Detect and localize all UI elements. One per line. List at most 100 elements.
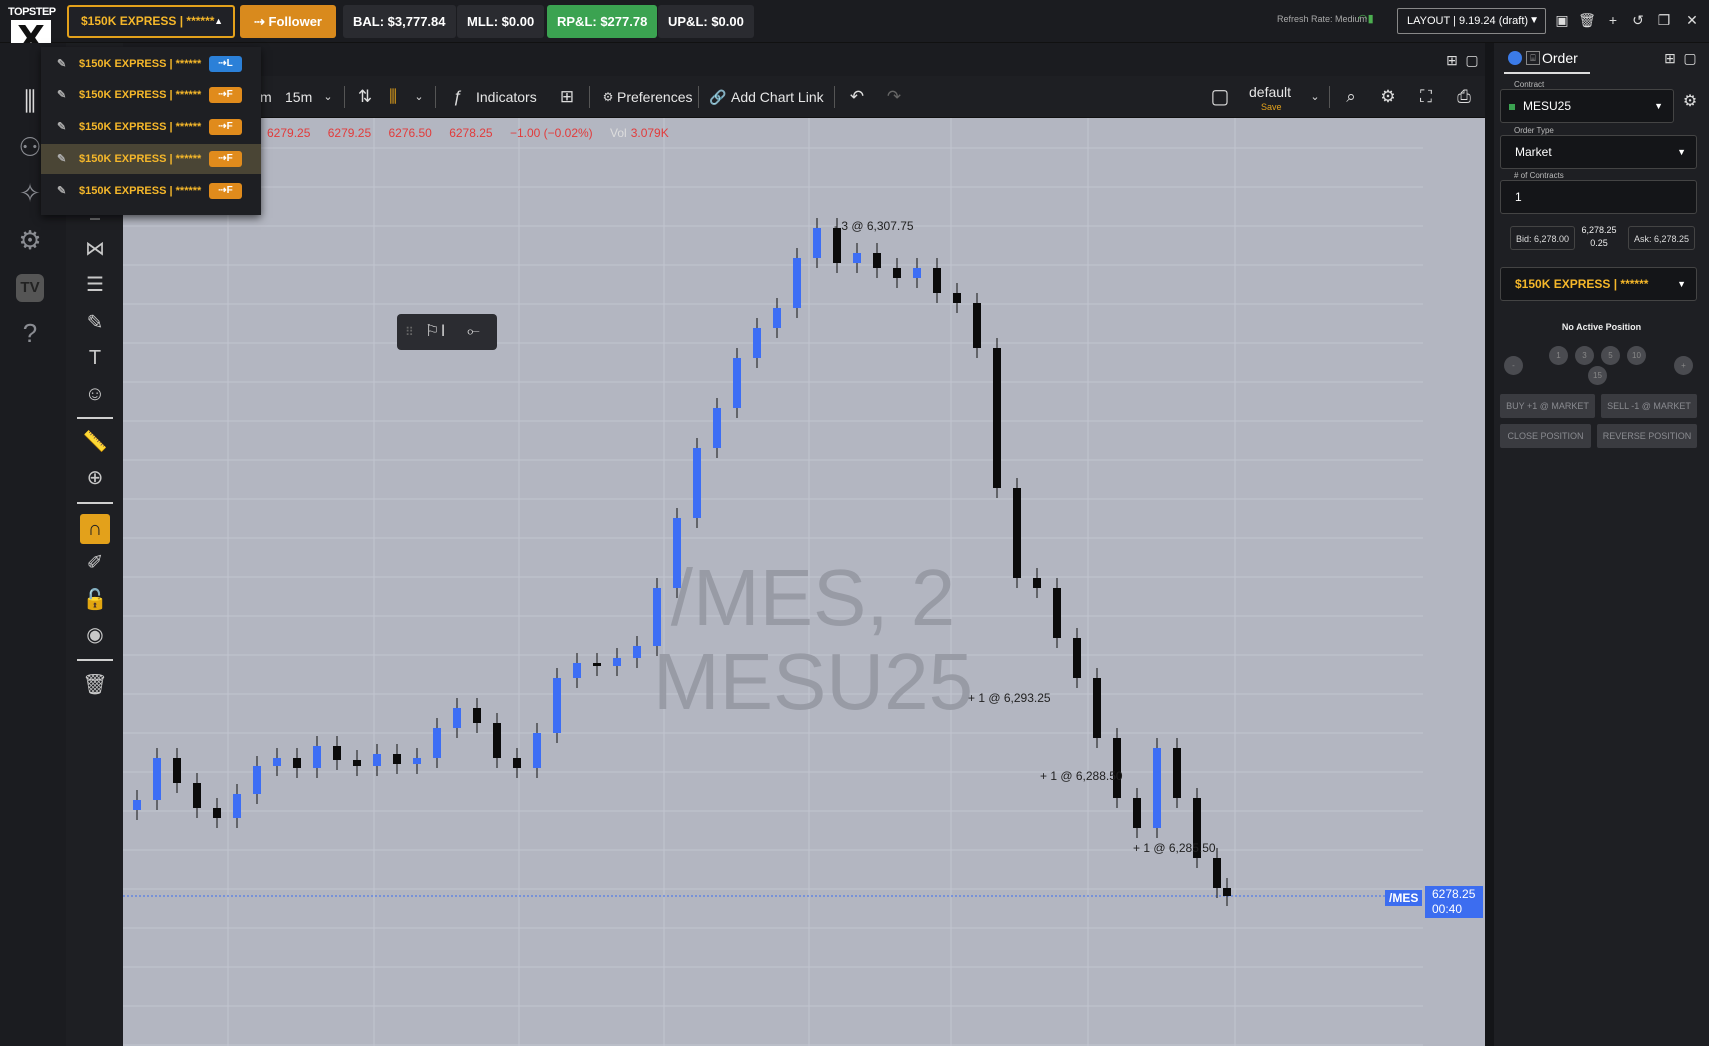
ask-quote[interactable]: Ask: 6,278.25 [1628,226,1696,250]
delete-drawings-icon[interactable]: 🗑 [80,670,110,700]
caret-up-icon: ▲ [214,16,223,26]
qty-10-button[interactable]: 10 [1627,346,1646,365]
close-position-button[interactable]: CLOSE POSITION [1500,424,1591,448]
pin-tool-icon[interactable]: ǀ [441,314,445,350]
edit-icon[interactable]: ✎ [57,112,66,142]
toolbar-divider [77,502,113,504]
brush-tool-icon[interactable]: ✎ [80,308,110,338]
qty-1-button[interactable]: 1 [1549,346,1568,365]
plus-icon[interactable]: + [1604,11,1622,29]
increase-qty-button[interactable]: + [1674,356,1693,375]
fullscreen-icon[interactable]: ⛶ [1415,86,1437,108]
zoom-icon[interactable]: ⊕ [80,463,110,493]
redo-icon[interactable]: ↷ [883,86,905,108]
chevron-down-icon[interactable]: ⌄ [317,86,339,108]
account-option[interactable]: ✎ $150K EXPRESS | ****** ⇢L [41,49,261,79]
trading-app: TOPSTEP X $150K EXPRESS | ****** ▲ ⇢ Fol… [0,0,1709,1046]
maximize-panel-icon[interactable]: ▢ [1681,49,1699,67]
account-selector[interactable]: $150K EXPRESS | ****** ▲ [67,5,235,38]
add-panel-icon[interactable]: ⊞ [1661,49,1679,67]
contracts-label: # of Contracts [1514,171,1564,180]
candle-body [213,808,221,818]
ruler-icon[interactable]: 📏 [80,427,110,457]
edit-icon[interactable]: ✎ [57,49,66,79]
order-panel: Order ⌸ ⊞ ▢ Contract MESU25 ▼ ⚙ Order Ty… [1494,43,1709,1046]
undo-icon[interactable]: ↺ [1629,11,1647,29]
chart-area[interactable]: 6279.25 6279.25 6276.50 6278.25 −1.00 (−… [123,118,1485,1046]
indicators-button[interactable]: Indicators [476,76,537,118]
settings-icon[interactable]: ⚙ [1377,86,1399,108]
reverse-position-button[interactable]: REVERSE POSITION [1597,424,1697,448]
spread-value: 0.25 [1590,238,1608,248]
trade-marker-label: + 1 @ 6,293.25 [968,691,1051,705]
contracts-input[interactable]: 1 [1500,180,1697,214]
preferences-button[interactable]: Preferences [617,76,692,118]
square-icon[interactable]: ▢ [1209,86,1231,108]
save-icon[interactable]: ▣ [1553,11,1571,29]
close-icon[interactable]: ✕ [1683,11,1701,29]
account-option-label: $150K EXPRESS | ****** [79,185,202,197]
qty-5-button[interactable]: 5 [1601,346,1620,365]
buy-market-button[interactable]: BUY +1 @ MARKET [1500,394,1595,418]
camera-icon[interactable]: ⎙ [1453,86,1475,108]
restore-window-icon[interactable]: ❐ [1655,11,1673,29]
fib-tool-icon[interactable]: ☰ [80,270,110,300]
chevron-down-icon[interactable]: ⌄ [1304,86,1326,108]
account-option[interactable]: ✎ $150K EXPRESS | ****** ⇢F [41,80,261,110]
last-quote-price: 6,278.25 [1581,225,1617,235]
add-panel-icon[interactable]: ⊞ [1443,51,1461,69]
maximize-panel-icon[interactable]: ▢ [1463,51,1481,69]
edit-icon[interactable]: ✎ [57,80,66,110]
add-chart-link-button[interactable]: Add Chart Link [731,76,824,118]
horizontal-line-icon[interactable]: ⟜ [467,314,480,350]
candle-body [333,746,341,760]
contract-selector[interactable]: MESU25 ▼ [1500,89,1674,123]
quick-search-icon[interactable]: ⌕ [1340,86,1362,108]
account-option[interactable]: ✎ $150K EXPRESS | ****** ⇢F [41,176,261,206]
tv-icon[interactable]: TV [16,274,44,302]
layout-selector[interactable]: LAYOUT | 9.19.24 (draft) ▼ [1397,8,1546,34]
settings-icon[interactable]: ⚙ [12,222,48,258]
edit-icon[interactable]: ✎ [57,176,66,206]
status-dot [1509,104,1515,110]
account-option[interactable]: ✎ $150K EXPRESS | ****** ⇢F [41,112,261,142]
decrease-qty-button[interactable]: - [1504,356,1523,375]
follower-button[interactable]: ⇢ Follower [240,5,336,38]
pattern-tool-icon[interactable]: ⋈ [80,234,110,264]
gear-icon[interactable]: ⚙ [1681,93,1699,111]
order-type-selector[interactable]: Market ▼ [1500,135,1697,169]
drag-handle-icon[interactable]: ⠿ [405,314,414,350]
emoji-tool-icon[interactable]: ☺ [80,379,110,409]
undo-icon[interactable]: ↶ [846,86,868,108]
templates-icon[interactable]: ⊞ [556,86,578,108]
flag-tool-icon[interactable]: ⚐ [425,314,439,350]
candles-icon[interactable]: ⫼ [382,86,404,108]
candle-body [773,308,781,328]
text-tool-icon[interactable]: T [80,343,110,373]
interval-partial[interactable]: m [260,76,272,118]
follower-badge: ⇢F [209,87,242,103]
order-account-selector[interactable]: $150K EXPRESS | ****** ▼ [1500,267,1697,301]
trash-icon[interactable]: 🗑 [1578,11,1596,29]
toolbar-divider [589,86,590,108]
chevron-down-icon[interactable]: ⌄ [408,86,430,108]
interval-selector[interactable]: 15m [285,76,312,118]
help-icon[interactable]: ? [12,315,48,351]
candle-body [1223,888,1231,896]
unlock-icon[interactable]: 🔓 [80,585,110,615]
sell-market-button[interactable]: SELL -1 @ MARKET [1601,394,1697,418]
account-option[interactable]: ✎ $150K EXPRESS | ****** ⇢F [41,144,261,174]
compare-icon[interactable]: ⇅ [354,86,376,108]
qty-3-button[interactable]: 3 [1575,346,1594,365]
ohlc-legend: 6279.25 6279.25 6276.50 6278.25 −1.00 (−… [267,126,683,140]
function-icon[interactable]: ƒ [447,86,469,108]
floating-drawing-toolbar: ⠿ ⚐ ǀ ⟜ [397,314,497,350]
eye-icon[interactable]: ◉ [80,620,110,650]
edit-icon[interactable]: ✎ [57,144,66,174]
bid-quote[interactable]: Bid: 6,278.00 [1510,226,1576,250]
follower-label: Follower [268,14,322,29]
magnet-icon[interactable]: ∩ [80,514,110,544]
lock-drawing-icon[interactable]: ✐ [80,548,110,578]
qty-15-button[interactable]: 15 [1588,366,1607,385]
last-price: 6278.25 [1432,887,1476,901]
